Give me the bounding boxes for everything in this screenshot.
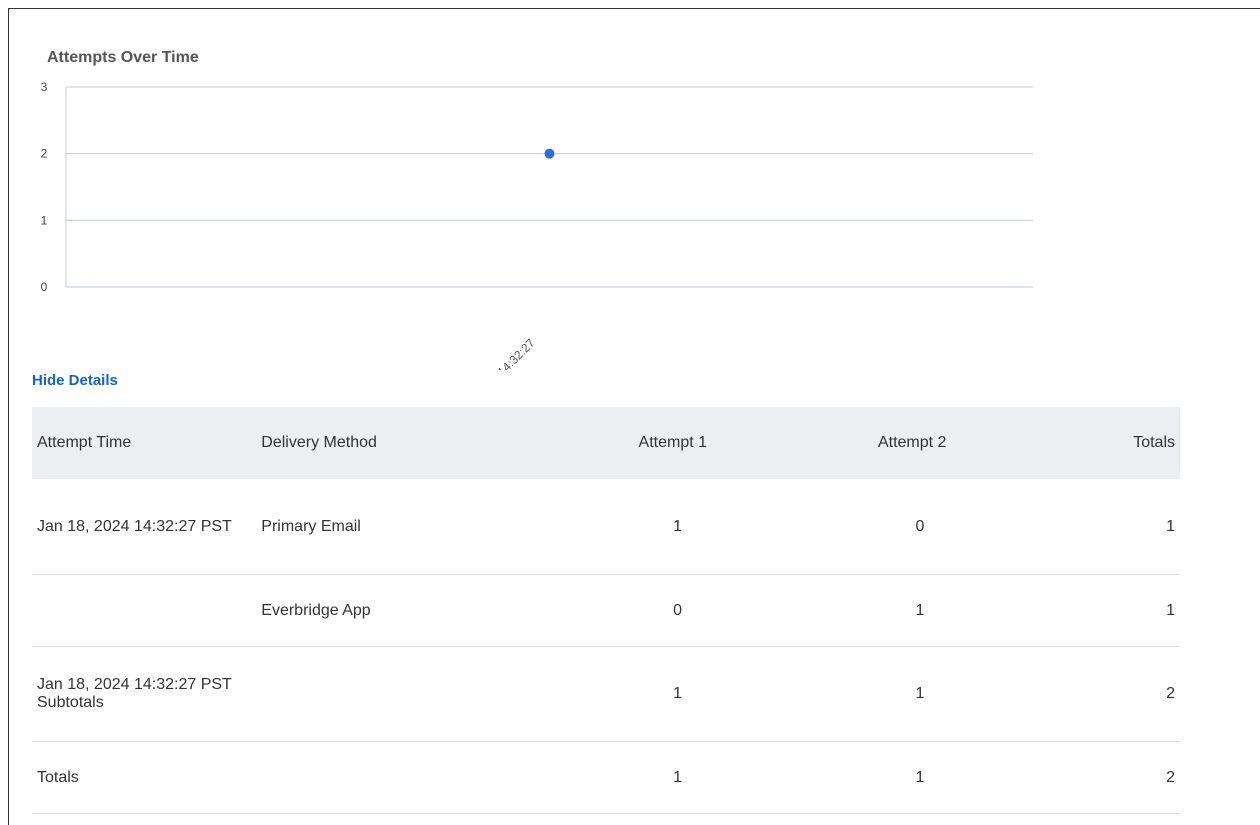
totals-cell: 1 (954, 479, 1180, 575)
column-header-attempt-time[interactable]: Attempt Time (32, 407, 254, 479)
delivery-method-cell: Everbridge App (253, 574, 541, 647)
attempt-time-cell: Jan 18, 2024 14:32:27 PST (37, 517, 232, 535)
attempt-1-cell: 0 (540, 574, 713, 647)
attempt-2-cell: 0 (712, 479, 955, 575)
data-point (544, 148, 555, 159)
details-table: Attempt Time Delivery Method Attempt 1 A… (32, 407, 1180, 814)
attempt-time-cell: Totals (37, 768, 79, 786)
attempt-1-cell: 1 (540, 741, 713, 814)
table-header-row: Attempt Time Delivery Method Attempt 1 A… (32, 407, 1180, 479)
attempt-time-cell: Jan 18, 2024 14:32:27 PST Subtotals (37, 676, 232, 711)
totals-row: Totals 1 1 2 (32, 741, 1180, 814)
table-row: Everbridge App 0 1 1 (32, 574, 1180, 647)
attempt-2-cell: 1 (712, 646, 955, 742)
attempt-1-cell: 1 (540, 646, 713, 742)
totals-cell: 1 (954, 574, 1180, 647)
delivery-method-cell (253, 741, 541, 814)
hide-details-link[interactable]: Hide Details (32, 372, 118, 389)
totals-cell: 2 (954, 741, 1180, 814)
column-header-attempt-1[interactable]: Attempt 1 (540, 407, 713, 479)
subtotal-row: Jan 18, 2024 14:32:27 PST Subtotals 1 1 … (32, 646, 1180, 742)
column-header-attempt-2[interactable]: Attempt 2 (712, 407, 955, 479)
column-header-delivery-method[interactable]: Delivery Method (253, 407, 541, 479)
delivery-method-cell: Primary Email (253, 479, 541, 575)
y-tick-label: 0 (41, 280, 48, 294)
attempts-chart: 0 1 2 3 14:32:27 (41, 80, 1033, 370)
attempt-1-cell: 1 (540, 479, 713, 575)
totals-cell: 2 (954, 646, 1180, 742)
column-header-totals[interactable]: Totals (954, 407, 1180, 479)
y-tick-label: 3 (41, 80, 48, 94)
y-tick-label: 1 (41, 213, 48, 227)
y-tick-label: 2 (41, 147, 48, 161)
table-row: Jan 18, 2024 14:32:27 PST Primary Email … (32, 479, 1180, 575)
attempt-2-cell: 1 (712, 574, 955, 647)
delivery-method-cell (253, 646, 541, 742)
attempt-2-cell: 1 (712, 741, 955, 814)
x-tick-label: 14:32:27 (495, 336, 538, 370)
